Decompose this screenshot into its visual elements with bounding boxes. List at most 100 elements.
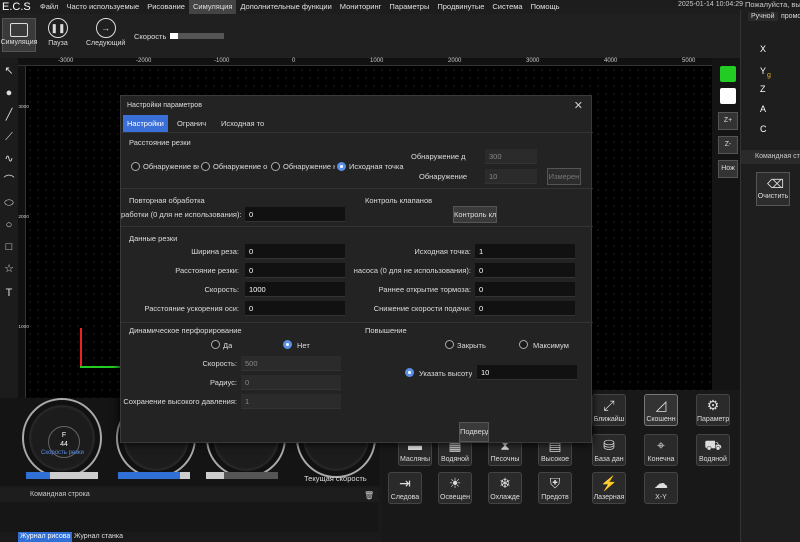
tab-machine-log[interactable]: Журнал станка <box>72 532 125 542</box>
radio-detect-1[interactable] <box>131 162 140 171</box>
circle-icon[interactable]: ○ <box>2 218 16 232</box>
close-icon[interactable]: ✕ <box>574 99 583 112</box>
cut-left-field-1[interactable]: 0 <box>245 263 345 278</box>
cut-left-label-2: Скорость: <box>204 285 239 294</box>
cut-left-field-3[interactable]: 0 <box>245 301 345 316</box>
radio-detect-3[interactable] <box>271 162 280 171</box>
tab-draw-log[interactable]: Журнал рисова <box>18 532 73 542</box>
monitor-icon <box>10 23 28 37</box>
tab-promo[interactable]: промо <box>778 12 800 21</box>
rectangle-icon[interactable]: □ <box>2 240 16 254</box>
function-label: X-Y <box>655 494 667 501</box>
menu-item-8[interactable]: Система <box>488 0 526 14</box>
menu-item-2[interactable]: Рисование <box>143 0 189 14</box>
valve-control-button[interactable]: Контроль кл <box>453 206 497 223</box>
radio-dyn-yes[interactable] <box>211 340 220 349</box>
function-label: Водяной <box>699 456 727 463</box>
function-button-14[interactable]: ⛟ Водяной <box>696 434 730 466</box>
arc-icon[interactable]: ⌒ <box>2 174 16 188</box>
menu-item-6[interactable]: Параметры <box>385 0 433 14</box>
speed-slider[interactable] <box>170 33 224 39</box>
cut-right-field-3[interactable]: 0 <box>475 301 575 316</box>
gauge-letter: F <box>61 432 67 439</box>
menu-item-7[interactable]: Продвинутые <box>433 0 488 14</box>
simulate-button[interactable]: Симуляция <box>1 18 37 52</box>
function-button-16[interactable]: ☀ Освещен <box>438 472 472 504</box>
ruler-top-tick: -1000 <box>214 58 230 64</box>
tab-origin[interactable]: Исходная то <box>217 115 268 132</box>
raise-height-field[interactable]: 10 <box>477 365 577 380</box>
zoom-out-button[interactable]: Z- <box>718 136 738 154</box>
menu-item-3[interactable]: Симуляция <box>188 0 237 14</box>
dyn-field-0[interactable]: 500 <box>241 356 341 371</box>
menu-item-1[interactable]: Часто используемые <box>62 0 143 14</box>
ruler-top-tick: -3000 <box>58 58 74 64</box>
function-button-19[interactable]: ⚡ Лазерная <box>592 472 626 504</box>
cut-right-field-2[interactable]: 0 <box>475 282 575 297</box>
menu-item-0[interactable]: Файл <box>36 0 62 14</box>
function-button-5[interactable]: ⤢ Ближайш <box>592 394 626 426</box>
function-button-7[interactable]: ⚙ Параметр <box>696 394 730 426</box>
dyn-label-1: Радиус: <box>210 378 237 387</box>
tab-divider <box>121 132 593 133</box>
function-label: Освещен <box>440 494 470 501</box>
curve-icon[interactable]: ∿ <box>2 152 16 166</box>
radio-raise-close[interactable] <box>445 340 454 349</box>
star-icon[interactable]: ☆ <box>2 262 16 276</box>
repeat-field[interactable]: 0 <box>245 207 345 222</box>
function-button-12[interactable]: ⛁ База дан <box>592 434 626 466</box>
tab-limits[interactable]: Огранич <box>173 115 210 132</box>
dyn-label-0: Скорость: <box>202 359 237 368</box>
radio-raise-max[interactable] <box>519 340 528 349</box>
function-button-13[interactable]: ⌖ Конечна <box>644 434 678 466</box>
dyn-field-2[interactable]: 1 <box>241 394 341 409</box>
pause-button[interactable]: ❚❚ Пауза <box>48 18 68 47</box>
measure-button[interactable]: Измерен <box>547 168 581 185</box>
cut-right-label-2: Раннее открытие тормоза: <box>378 285 471 294</box>
command-output[interactable] <box>0 502 378 532</box>
function-button-6[interactable]: ◿ Скошенн <box>644 394 678 426</box>
polyline-icon[interactable]: ⟋ <box>2 130 16 144</box>
function-button-20[interactable]: ☁ X-Y <box>644 472 678 504</box>
cut-left-field-2[interactable]: 1000 <box>245 282 345 297</box>
radio-origin-point[interactable] <box>337 162 346 171</box>
ellipse-icon[interactable]: ⬭ <box>2 196 16 210</box>
detect-field[interactable]: 10 <box>485 169 537 184</box>
confirm-button[interactable]: Подвердить <box>459 422 489 442</box>
menu-item-4[interactable]: Дополнительные функции <box>236 0 335 14</box>
tab-manual[interactable]: Ручной <box>748 12 778 21</box>
function-icon: ⚙ <box>706 397 720 413</box>
knife-button[interactable]: Нож <box>718 160 738 178</box>
function-button-18[interactable]: ⛨ Предотв <box>538 472 572 504</box>
cut-right-field-1[interactable]: 0 <box>475 263 575 278</box>
tab-settings[interactable]: Настройки <box>123 115 168 132</box>
cut-right-label-1: насоса (0 для не использования): <box>353 266 471 275</box>
radio-raise-height[interactable] <box>405 368 414 377</box>
menu-item-5[interactable]: Мониторинг <box>336 0 386 14</box>
function-label: Следова <box>390 494 420 501</box>
function-label: Песочны <box>490 456 520 463</box>
ruler-left-tick: 3000 <box>18 104 30 110</box>
trash-icon[interactable]: 🗑 <box>364 491 374 500</box>
cut-right-field-0[interactable]: 1 <box>475 244 575 259</box>
cut-left-field-0[interactable]: 0 <box>245 244 345 259</box>
ruler-left: 3000200010000 <box>17 66 30 439</box>
zoom-in-button[interactable]: Z+ <box>718 112 738 130</box>
text-icon[interactable]: T <box>2 286 16 300</box>
menu-item-9[interactable]: Помощь <box>527 0 564 14</box>
pointer-icon[interactable]: ↖ <box>2 64 16 78</box>
radio-dyn-no[interactable] <box>283 340 292 349</box>
next-button[interactable]: → Следующий <box>86 18 125 47</box>
line-icon[interactable]: ╱ <box>2 108 16 122</box>
detect-d-field[interactable]: 300 <box>485 149 537 164</box>
pause-label: Пауза <box>48 40 68 47</box>
point-icon[interactable]: ● <box>2 86 16 100</box>
dyn-field-1[interactable]: 0 <box>241 375 341 390</box>
function-button-15[interactable]: ⇥ Следова <box>388 472 422 504</box>
function-button-17[interactable]: ❄ Охлажде <box>488 472 522 504</box>
clear-button[interactable]: ⌫ Очистить <box>756 172 790 206</box>
login-prompt[interactable]: Пожалуйста, вы <box>745 0 800 10</box>
radio-detect-2[interactable] <box>201 162 210 171</box>
function-icon: ⛟ <box>704 437 722 453</box>
function-label: Параметр <box>697 416 729 423</box>
